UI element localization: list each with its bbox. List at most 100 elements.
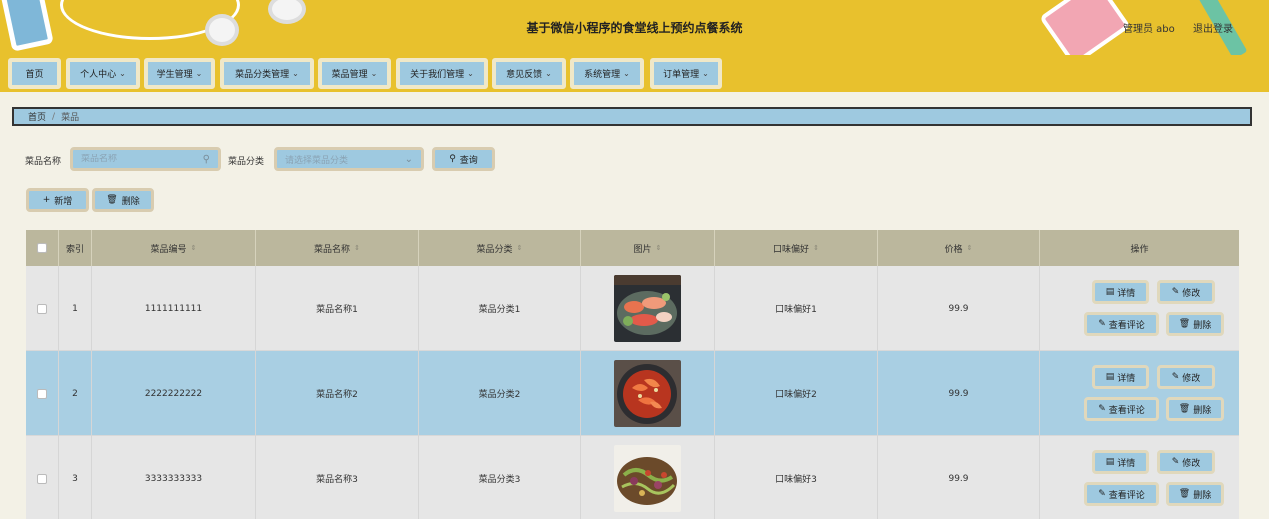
nav-item-system-management[interactable]: 系统管理 ⌄ bbox=[570, 58, 644, 89]
delete-button-label: 删除 bbox=[121, 196, 140, 207]
detail-button[interactable]: ▤ 详情 bbox=[1092, 365, 1149, 389]
column-header[interactable]: 图片 ⇕ bbox=[581, 230, 715, 266]
detail-label: 详情 bbox=[1117, 458, 1136, 469]
column-label: 口味偏好 bbox=[773, 244, 810, 255]
add-button-label: 新增 bbox=[54, 196, 73, 207]
view-comments-button[interactable]: ✎ 查看评论 bbox=[1084, 482, 1159, 506]
cell-flavor: 口味偏好2 bbox=[715, 351, 878, 436]
pencil-icon: ✎ bbox=[1171, 457, 1180, 467]
logout-link[interactable]: 退出登录 bbox=[1193, 20, 1233, 35]
search-icon: ⚲ bbox=[449, 154, 456, 164]
cell-image bbox=[581, 436, 715, 519]
nav-item-about-management[interactable]: 关于我们管理 ⌄ bbox=[396, 58, 488, 89]
view-comments-label: 查看评论 bbox=[1108, 405, 1145, 416]
detail-label: 详情 bbox=[1117, 288, 1136, 299]
checkbox[interactable] bbox=[37, 388, 47, 399]
plus-icon: + bbox=[42, 195, 51, 205]
row-select[interactable] bbox=[26, 436, 59, 519]
table-row: 2 2222222222 菜品名称2 菜品分类2 口味偏好2 99.9 ▤ 详情… bbox=[26, 351, 1239, 436]
current-user: 管理员 abo bbox=[1123, 24, 1175, 35]
row-delete-label: 删除 bbox=[1193, 320, 1212, 331]
nav-label: 关于我们管理 bbox=[410, 70, 465, 80]
edit-button[interactable]: ✎ 修改 bbox=[1157, 280, 1215, 304]
delete-button[interactable]: 🗑 删除 bbox=[92, 188, 154, 212]
header-select-all[interactable] bbox=[26, 230, 59, 266]
row-delete-label: 删除 bbox=[1193, 405, 1212, 416]
trash-icon: 🗑 bbox=[1178, 489, 1191, 499]
row-delete-button[interactable]: 🗑 删除 bbox=[1166, 312, 1224, 336]
chevron-down-icon: ⌄ bbox=[623, 69, 630, 78]
app-title: 基于微信小程序的食堂线上预约点餐系统 bbox=[526, 21, 743, 35]
row-delete-button[interactable]: 🗑 删除 bbox=[1166, 397, 1224, 421]
nav-item-dish-category-management[interactable]: 菜品分类管理 ⌄ bbox=[220, 58, 314, 89]
nav-label: 意见反馈 bbox=[506, 70, 543, 80]
detail-label: 详情 bbox=[1117, 373, 1136, 384]
dish-image-salad bbox=[614, 445, 681, 512]
chevron-down-icon: ⌄ bbox=[119, 69, 126, 78]
edit-button[interactable]: ✎ 修改 bbox=[1157, 365, 1215, 389]
cell-code: 3333333333 bbox=[92, 436, 256, 519]
checkbox[interactable] bbox=[37, 303, 47, 314]
row-delete-button[interactable]: 🗑 删除 bbox=[1166, 482, 1224, 506]
column-label: 菜品编号 bbox=[150, 244, 187, 255]
column-header[interactable]: 菜品分类 ⇕ bbox=[419, 230, 581, 266]
chevron-down-icon: ⌄ bbox=[545, 69, 552, 78]
trash-icon: 🗑 bbox=[1178, 404, 1191, 414]
cell-category: 菜品分类1 bbox=[419, 266, 581, 351]
column-label: 图片 bbox=[633, 244, 652, 255]
nav-label: 订单管理 bbox=[663, 70, 700, 80]
query-button[interactable]: ⚲ 查询 bbox=[432, 147, 495, 171]
nav-item-student-management[interactable]: 学生管理 ⌄ bbox=[144, 58, 215, 89]
pencil-icon: ✎ bbox=[1171, 372, 1180, 382]
row-select[interactable] bbox=[26, 351, 59, 436]
detail-button[interactable]: ▤ 详情 bbox=[1092, 450, 1149, 474]
query-button-label: 查询 bbox=[459, 155, 478, 166]
chevron-down-icon: ⌄ bbox=[404, 153, 413, 165]
view-comments-button[interactable]: ✎ 查看评论 bbox=[1084, 312, 1159, 336]
nav-item-home[interactable]: 首页 bbox=[8, 58, 61, 89]
view-comments-button[interactable]: ✎ 查看评论 bbox=[1084, 397, 1159, 421]
nav-item-dish-management[interactable]: 菜品管理 ⌄ bbox=[318, 58, 391, 89]
nav-label: 个人中心 bbox=[80, 70, 117, 80]
column-label: 操作 bbox=[1130, 244, 1149, 255]
table-row: 3 3333333333 菜品名称3 菜品分类3 口味偏好3 99.9 ▤ 详情… bbox=[26, 436, 1239, 519]
row-select[interactable] bbox=[26, 266, 59, 351]
cell-image bbox=[581, 266, 715, 351]
trash-icon: 🗑 bbox=[1178, 319, 1191, 329]
cell-operations: ▤ 详情 ✎ 修改 ✎ 查看评论 🗑 删除 bbox=[1040, 436, 1239, 519]
column-header: 操作 bbox=[1040, 230, 1239, 266]
column-label: 菜品分类 bbox=[476, 244, 513, 255]
nav-item-personal-center[interactable]: 个人中心 ⌄ bbox=[66, 58, 140, 89]
checkbox[interactable] bbox=[37, 243, 47, 253]
breadcrumb-home[interactable]: 首页 bbox=[28, 110, 46, 123]
column-label: 菜品名称 bbox=[314, 244, 351, 255]
nav-label: 菜品管理 bbox=[331, 70, 368, 80]
cell-price: 99.9 bbox=[878, 436, 1040, 519]
chevron-down-icon: ⌄ bbox=[195, 69, 203, 78]
sort-icon: ⇕ bbox=[516, 244, 523, 252]
chevron-down-icon: ⌄ bbox=[467, 69, 474, 78]
nav-item-order-management[interactable]: 订单管理 ⌄ bbox=[650, 58, 722, 89]
cell-price: 99.9 bbox=[878, 351, 1040, 436]
cell-index: 1 bbox=[59, 266, 92, 351]
document-icon: ▤ bbox=[1105, 457, 1115, 467]
dish-category-select[interactable]: 请选择菜品分类 ⌄ bbox=[274, 147, 424, 171]
column-header[interactable]: 菜品编号 ⇕ bbox=[92, 230, 256, 266]
column-header[interactable]: 价格 ⇕ bbox=[878, 230, 1040, 266]
edit-button[interactable]: ✎ 修改 bbox=[1157, 450, 1215, 474]
sort-icon: ⇕ bbox=[190, 244, 197, 252]
nav-item-feedback[interactable]: 意见反馈 ⌄ bbox=[492, 58, 566, 89]
cell-image bbox=[581, 351, 715, 436]
column-header[interactable]: 菜品名称 ⇕ bbox=[256, 230, 419, 266]
chevron-down-icon: ⌄ bbox=[292, 69, 299, 78]
detail-button[interactable]: ▤ 详情 bbox=[1092, 280, 1149, 304]
nav-label: 学生管理 bbox=[156, 70, 193, 80]
checkbox[interactable] bbox=[37, 473, 47, 484]
dish-name-input[interactable] bbox=[81, 154, 203, 164]
cell-operations: ▤ 详情 ✎ 修改 ✎ 查看评论 🗑 删除 bbox=[1040, 266, 1239, 351]
sort-icon: ⇕ bbox=[655, 244, 662, 252]
nav-label: 菜品分类管理 bbox=[235, 70, 290, 80]
add-button[interactable]: + 新增 bbox=[26, 188, 89, 212]
column-header[interactable]: 口味偏好 ⇕ bbox=[715, 230, 878, 266]
cell-code: 1111111111 bbox=[92, 266, 256, 351]
